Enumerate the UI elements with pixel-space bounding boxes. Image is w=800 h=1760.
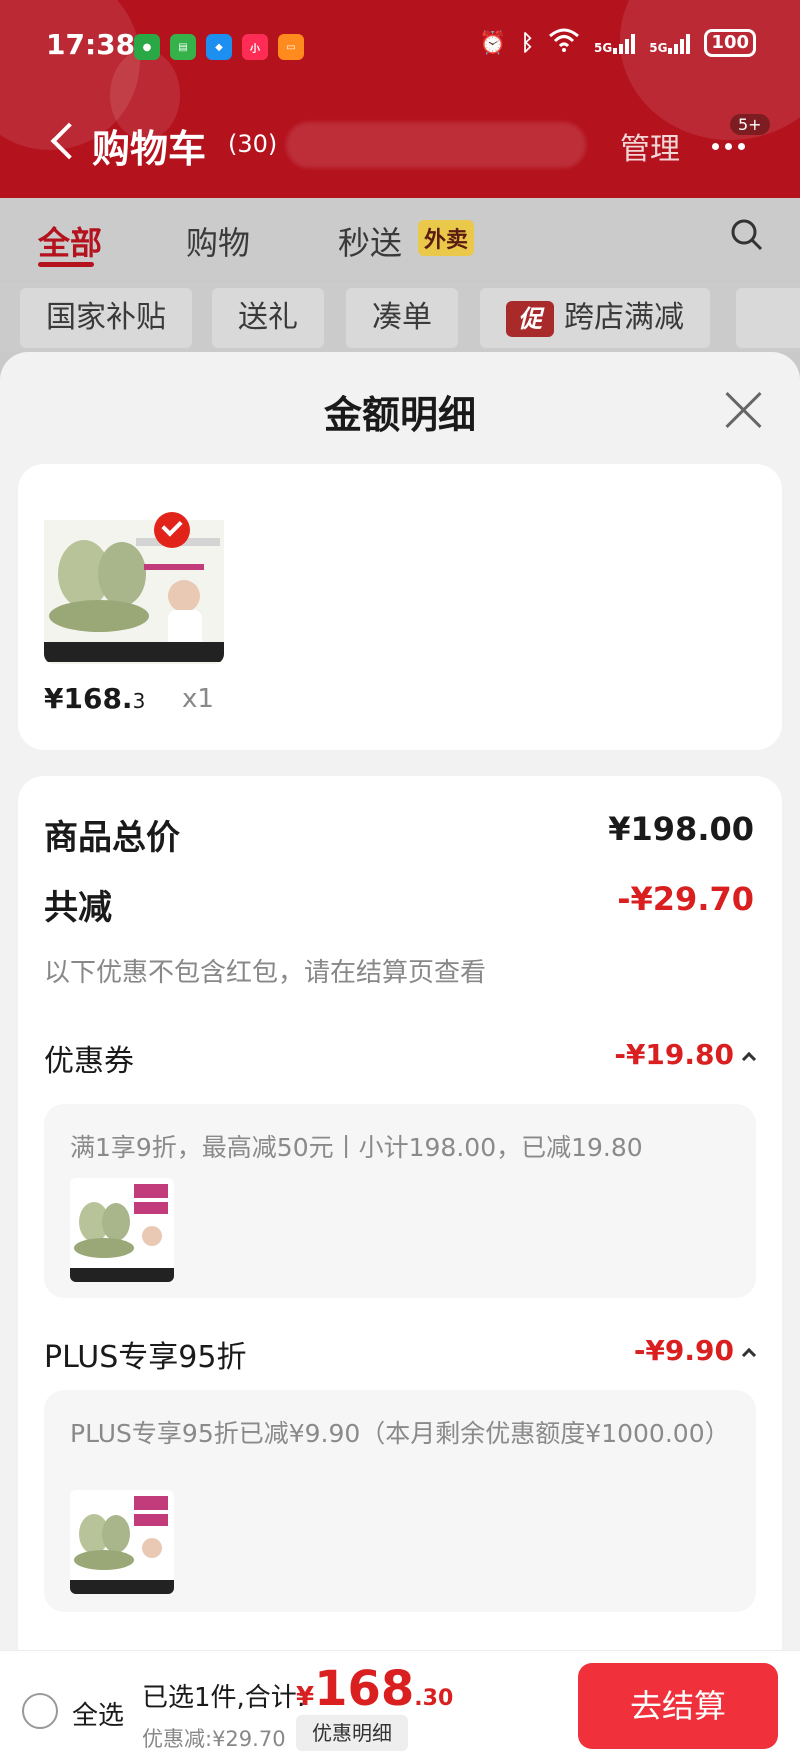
currency-symbol: ¥ [296, 1682, 315, 1712]
wechat-icon: ● [134, 34, 160, 60]
wifi-icon [548, 28, 580, 58]
battery-icon: 100 [704, 29, 756, 57]
amount-detail-sheet: 金额明细 ¥168.3 x1 商品总价 ¥198.00 共减 -¥29.70 以… [0, 352, 800, 1760]
selected-summary: 已选1件,合计: [142, 1683, 306, 1713]
total-decimal: .30 [414, 1686, 454, 1711]
total-main: 168 [314, 1661, 415, 1717]
close-icon[interactable] [724, 390, 764, 430]
network-type: 5G [594, 41, 613, 55]
plus-discount-value: -¥9.90 [633, 1334, 734, 1367]
chip-label: 国家补贴 [46, 300, 166, 335]
saved-amount: 优惠减:¥29.70 [142, 1727, 286, 1751]
qq-icon: ◆ [206, 34, 232, 60]
total-reduce-label: 共减 [44, 888, 112, 928]
price-decimal: 3 [132, 689, 146, 713]
coupon-product-thumbnail [70, 1178, 174, 1282]
discount-detail-button[interactable]: 优惠明细 [296, 1715, 408, 1751]
checkout-button[interactable]: 去结算 [578, 1663, 778, 1749]
plus-discount-label: PLUS专享95折 [44, 1340, 247, 1375]
message-icon: ▤ [170, 34, 196, 60]
chevron-up-icon [741, 1347, 757, 1363]
page-title: 购物车 [92, 127, 207, 171]
discount-note: 以下优惠不包含红包，请在结算页查看 [44, 958, 487, 988]
status-time: 17:38 [46, 28, 136, 61]
price-main: ¥168. [44, 682, 133, 715]
alarm-icon: ⏰ [479, 30, 507, 56]
sheet-title: 金额明细 [323, 393, 476, 437]
price-breakdown-card: 商品总价 ¥198.00 共减 -¥29.70 以下优惠不包含红包，请在结算页查… [18, 776, 782, 1760]
filter-chips: 国家补贴 送礼 凑单 促跨店满减 [0, 282, 800, 352]
coupon-toggle[interactable]: -¥19.80 [614, 1038, 757, 1071]
plus-product-thumbnail [70, 1490, 174, 1594]
message-badge: 5+ [730, 114, 770, 135]
search-icon[interactable] [730, 218, 764, 252]
total-price-label: 商品总价 [44, 818, 180, 858]
filter-chip-store-discount[interactable]: 促跨店满减 [480, 288, 710, 348]
network-type: 5G [649, 41, 668, 55]
plus-discount-toggle[interactable]: -¥9.90 [633, 1334, 757, 1367]
bluetooth-icon: ᛒ [520, 30, 535, 56]
xiaohongshu-icon: 小 [242, 34, 268, 60]
chip-label: 送礼 [238, 300, 298, 335]
promo-tag: 促 [506, 300, 554, 337]
product-price: ¥168.3 [44, 682, 145, 715]
back-icon[interactable] [44, 118, 84, 168]
manage-button[interactable]: 管理 [620, 124, 680, 168]
header-area: 17:38 ● ▤ ◆ 小 ▭ ⏰ ᛒ 5G 5G 100 购物车 (30) 管… [0, 0, 800, 198]
selected-check-icon [154, 512, 190, 548]
total-reduce-value: -¥29.70 [617, 880, 754, 918]
more-icon[interactable] [712, 138, 752, 154]
select-all-radio[interactable] [22, 1693, 58, 1729]
total-amount: ¥168.30 [296, 1661, 453, 1717]
signal-icon: 5G [649, 32, 691, 55]
plus-detail-box: PLUS专享95折已减¥9.90（本月剩余优惠额度¥1000.00） [44, 1390, 756, 1612]
blurred-address [286, 122, 586, 168]
coupon-detail-text: 满1享9折，最高减50元丨小计198.00，已减19.80 [70, 1133, 643, 1162]
wallet-icon: ▭ [278, 34, 304, 60]
cart-count: (30) [228, 130, 278, 158]
checkout-bar: 全选 已选1件,合计: ¥168.30 优惠减:¥29.70 优惠明细 去结算 [0, 1650, 800, 1760]
filter-chip-gift[interactable]: 送礼 [212, 288, 324, 348]
takeout-badge: 外卖 [418, 220, 475, 256]
nav-bar: 购物车 (30) 管理 5+ [0, 100, 800, 190]
filter-chip-subsidy[interactable]: 国家补贴 [20, 288, 192, 348]
signal-icon: 5G [594, 32, 636, 55]
filter-chip-bundle[interactable]: 凑单 [346, 288, 458, 348]
coupon-detail-box: 满1享9折，最高减50元丨小计198.00，已减19.80 [44, 1104, 756, 1298]
total-price-value: ¥198.00 [608, 810, 754, 848]
chevron-up-icon [741, 1051, 757, 1067]
tab-indicator [38, 262, 94, 267]
select-all-label[interactable]: 全选 [72, 1695, 124, 1732]
system-icons: ⏰ ᛒ 5G 5G 100 [479, 28, 756, 58]
plus-detail-text: PLUS专享95折已减¥9.90（本月剩余优惠额度¥1000.00） [70, 1419, 730, 1448]
tab-fast-delivery[interactable]: 秒送 [338, 218, 402, 264]
cart-tabs: 全部 购物 秒送 外卖 [0, 198, 800, 280]
product-quantity: x1 [182, 684, 214, 714]
coupon-value: -¥19.80 [614, 1038, 734, 1071]
chip-label: 跨店满减 [564, 300, 684, 335]
product-card: ¥168.3 x1 [18, 464, 782, 750]
coupon-label: 优惠券 [44, 1044, 134, 1079]
status-bar: 17:38 ● ▤ ◆ 小 ▭ ⏰ ᛒ 5G 5G 100 [0, 0, 800, 96]
filter-chip-more[interactable] [736, 288, 800, 348]
product-image[interactable] [44, 504, 224, 664]
notification-icons: ● ▤ ◆ 小 ▭ [134, 34, 304, 60]
tab-all[interactable]: 全部 [38, 218, 102, 264]
tab-shopping[interactable]: 购物 [186, 218, 250, 264]
chip-label: 凑单 [372, 300, 432, 335]
